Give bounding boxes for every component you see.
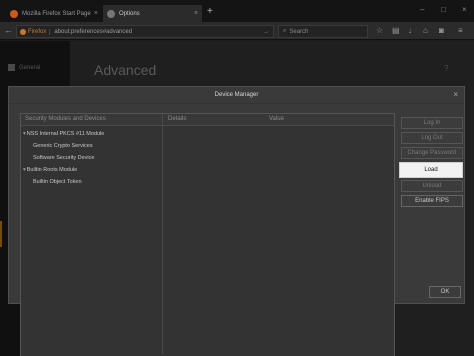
- tree-item-label: Software Security Device: [33, 155, 95, 161]
- home-icon[interactable]: ⌂: [423, 26, 428, 36]
- maximize-icon[interactable]: □: [441, 5, 446, 14]
- go-arrow-icon[interactable]: →: [263, 29, 269, 35]
- close-icon[interactable]: ×: [194, 10, 198, 17]
- tree-item[interactable]: ▾NSS Internal PKCS #11 Module: [23, 131, 104, 137]
- bookmark-star-icon[interactable]: ☆: [376, 26, 383, 36]
- tab-options[interactable]: Options ×: [103, 5, 202, 22]
- tab-title: Options: [119, 10, 140, 17]
- pocket-icon[interactable]: ◙: [439, 26, 444, 36]
- search-icon: ⌕: [283, 28, 287, 34]
- tree-item[interactable]: Software Security Device: [33, 155, 94, 161]
- sidebar-item-label: General: [19, 64, 41, 71]
- url-text: about:preferences#advanced: [54, 28, 133, 35]
- sidebar-item-general[interactable]: General: [8, 64, 40, 71]
- menu-icon[interactable]: ≡: [458, 26, 463, 36]
- help-icon[interactable]: ?: [444, 64, 448, 73]
- download-icon[interactable]: ↓: [408, 26, 412, 36]
- firefox-icon: [10, 9, 18, 18]
- tree-item-label: Builtin Roots Module: [26, 167, 78, 173]
- expand-icon[interactable]: ▾: [23, 131, 26, 137]
- tab-strip: Mozilla Firefox Start Page × Options × +…: [0, 0, 474, 22]
- dialog-title: Device Manager: [9, 87, 464, 104]
- column-details[interactable]: Details: [168, 116, 186, 122]
- url-bar[interactable]: Firefox about:preferences#advanced →: [16, 25, 274, 38]
- general-icon: [8, 64, 15, 71]
- search-box[interactable]: ⌕ Search: [278, 25, 368, 38]
- enable-fips-button[interactable]: Enable FIPS: [401, 195, 463, 207]
- modules-tree[interactable]: Security Modules and Devices Details Val…: [20, 113, 395, 356]
- tree-item-label: Builtin Object Token: [33, 179, 82, 185]
- tab-firefox-start[interactable]: Mozilla Firefox Start Page ×: [6, 5, 102, 22]
- tree-item[interactable]: ▾Builtin Roots Module: [23, 167, 77, 173]
- tree-item-label: Generic Crypto Services: [33, 143, 93, 149]
- library-icon[interactable]: ▤: [392, 26, 400, 36]
- new-tab-icon[interactable]: +: [207, 7, 213, 17]
- navigation-toolbar: ← Firefox about:preferences#advanced → ⌕…: [0, 22, 474, 40]
- brand-label: Firefox: [28, 28, 47, 35]
- ok-button[interactable]: OK: [429, 286, 461, 298]
- gear-icon: [107, 9, 115, 18]
- device-manager-dialog: Device Manager × Security Modules and De…: [8, 86, 465, 356]
- log-out-button[interactable]: Log Out: [401, 132, 463, 144]
- load-button[interactable]: Load: [399, 162, 463, 178]
- selected-indicator: [0, 221, 2, 247]
- log-in-button[interactable]: Log In: [401, 117, 463, 129]
- minimize-icon[interactable]: –: [420, 5, 424, 14]
- search-placeholder: Search: [289, 28, 309, 35]
- tab-title: Mozilla Firefox Start Page: [22, 10, 91, 17]
- back-arrow-icon[interactable]: ←: [4, 25, 13, 36]
- expand-icon[interactable]: ▾: [23, 167, 26, 173]
- firefox-icon: [20, 28, 26, 35]
- tree-header: Security Modules and Devices Details Val…: [21, 114, 394, 126]
- close-icon[interactable]: ×: [94, 10, 98, 17]
- column-divider: [162, 114, 163, 354]
- column-value[interactable]: Value: [269, 116, 284, 122]
- tree-item-label: NSS Internal PKCS #11 Module: [26, 131, 105, 137]
- window-close-icon[interactable]: ×: [462, 5, 467, 14]
- column-modules[interactable]: Security Modules and Devices: [25, 116, 106, 122]
- identity-box[interactable]: Firefox: [17, 28, 51, 35]
- change-password-button[interactable]: Change Password: [401, 147, 463, 159]
- unload-button[interactable]: Unload: [401, 180, 463, 192]
- close-icon[interactable]: ×: [453, 90, 458, 99]
- page-title: Advanced: [94, 62, 157, 78]
- tree-item[interactable]: Generic Crypto Services: [33, 143, 93, 149]
- tree-item[interactable]: Builtin Object Token: [33, 179, 82, 185]
